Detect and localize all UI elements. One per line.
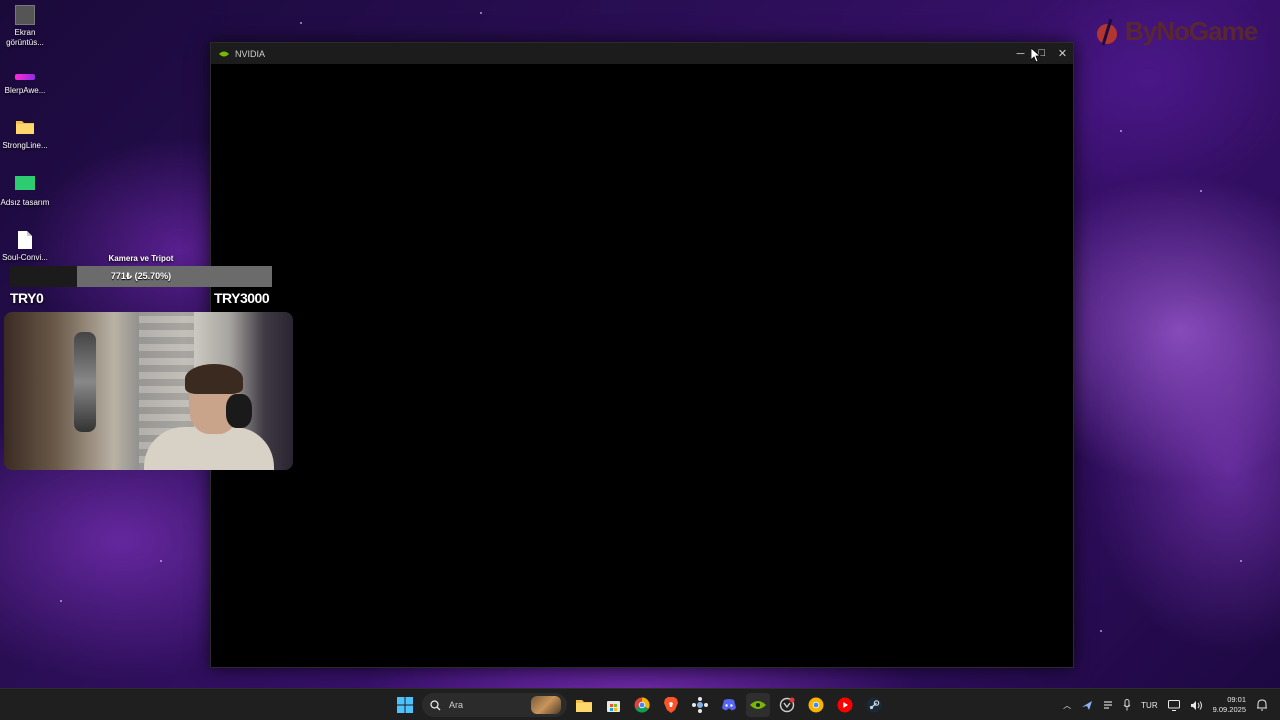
language-indicator[interactable]: TUR — [1141, 701, 1157, 710]
minimize-button[interactable]: ─ — [1010, 43, 1031, 64]
search-highlight-image — [531, 696, 561, 714]
webcam-person-hair — [185, 364, 243, 394]
notification-bell-icon[interactable] — [1256, 699, 1268, 711]
desktop-icon-label: Ekran — [14, 28, 36, 37]
file-explorer-icon[interactable] — [572, 693, 596, 717]
close-button[interactable]: ✕ — [1052, 43, 1073, 64]
nvidia-icon[interactable] — [746, 693, 770, 717]
desktop-icon-label: StrongLine... — [2, 141, 48, 150]
discord-icon[interactable] — [717, 693, 741, 717]
desktop-icon-label: BlerpAwe... — [4, 86, 46, 95]
webcam-microphone — [74, 332, 96, 432]
star — [60, 600, 62, 602]
goal-title: Kamera ve Tripot — [108, 254, 174, 263]
notes-tray-icon[interactable] — [1103, 700, 1113, 710]
microsoft-store-icon[interactable] — [601, 693, 625, 717]
taskbar-center: Ara — [393, 689, 886, 720]
microphone-icon[interactable] — [1123, 699, 1131, 711]
desktop-icon-blerp[interactable]: BlerpAwe... — [0, 70, 50, 96]
webcam-overlay — [4, 312, 293, 470]
nvidia-window[interactable]: NVIDIA ─ ☐ ✕ — [210, 42, 1074, 668]
star — [160, 560, 162, 562]
desktop-icon-adsiz-tasarim[interactable]: Adsız tasarım — [0, 176, 50, 208]
desktop-icon-label: Adsız tasarım — [0, 198, 50, 207]
goal-progress-text: 771₺ (25.70%) — [110, 271, 172, 281]
network-icon[interactable] — [1167, 699, 1180, 711]
steam-icon[interactable] — [862, 693, 886, 717]
mouse-cursor-icon — [1031, 48, 1041, 63]
system-tray: ︿ TUR 09:01 9.09.2025 — [1063, 689, 1280, 720]
window-titlebar[interactable]: NVIDIA ─ ☐ ✕ — [211, 43, 1073, 64]
window-content — [211, 64, 1073, 667]
goal-min-label: TRY0 — [10, 290, 44, 306]
nvidia-logo-icon — [219, 51, 229, 56]
volume-icon[interactable] — [1190, 700, 1203, 711]
youtube-music-icon[interactable] — [833, 693, 857, 717]
overwolf-icon[interactable] — [775, 693, 799, 717]
document-icon — [15, 230, 35, 250]
steam-tray-icon[interactable] — [1081, 699, 1093, 711]
taskbar-clock[interactable]: 09:01 9.09.2025 — [1213, 695, 1246, 715]
taskbar-search[interactable]: Ara — [422, 693, 567, 717]
webcam-headset — [226, 394, 252, 428]
goal-max-label: TRY3000 — [214, 290, 270, 306]
network-app-icon[interactable] — [688, 693, 712, 717]
star — [1120, 130, 1122, 132]
windows-logo-icon — [397, 697, 413, 713]
design-image-icon — [15, 176, 35, 190]
watermark-text: ByNoGame — [1125, 16, 1258, 46]
window-title: NVIDIA — [235, 48, 266, 59]
star — [1240, 560, 1242, 562]
bynogame-watermark: ByNoGame — [1095, 16, 1258, 47]
desktop-icon-strongline[interactable]: StrongLine... — [0, 118, 50, 151]
star — [480, 12, 482, 14]
search-icon — [430, 699, 441, 710]
bynogame-logo-icon — [1097, 18, 1117, 45]
screenshot-image-icon — [15, 5, 35, 25]
brave-icon[interactable] — [659, 693, 683, 717]
folder-icon — [15, 118, 35, 138]
clock-time: 09:01 — [1227, 695, 1246, 704]
clock-date: 9.09.2025 — [1212, 705, 1246, 714]
star — [300, 22, 302, 24]
star — [1200, 190, 1202, 192]
start-button[interactable] — [393, 693, 417, 717]
chevron-up-icon[interactable]: ︿ — [1063, 700, 1071, 711]
chrome-icon[interactable] — [630, 693, 654, 717]
desktop-icon-screenshot[interactable]: Ekran görüntüs... — [0, 5, 50, 48]
blerp-app-icon — [15, 74, 35, 80]
desktop-icon-label: görüntüs... — [6, 38, 44, 47]
chrome-canary-icon[interactable] — [804, 693, 828, 717]
taskbar: Ara ︿ TUR 09:01 9.09.2025 — [0, 688, 1280, 720]
search-placeholder: Ara — [449, 700, 464, 710]
goal-progress-bar: 771₺ (25.70%) — [10, 266, 272, 287]
star — [1100, 630, 1102, 632]
